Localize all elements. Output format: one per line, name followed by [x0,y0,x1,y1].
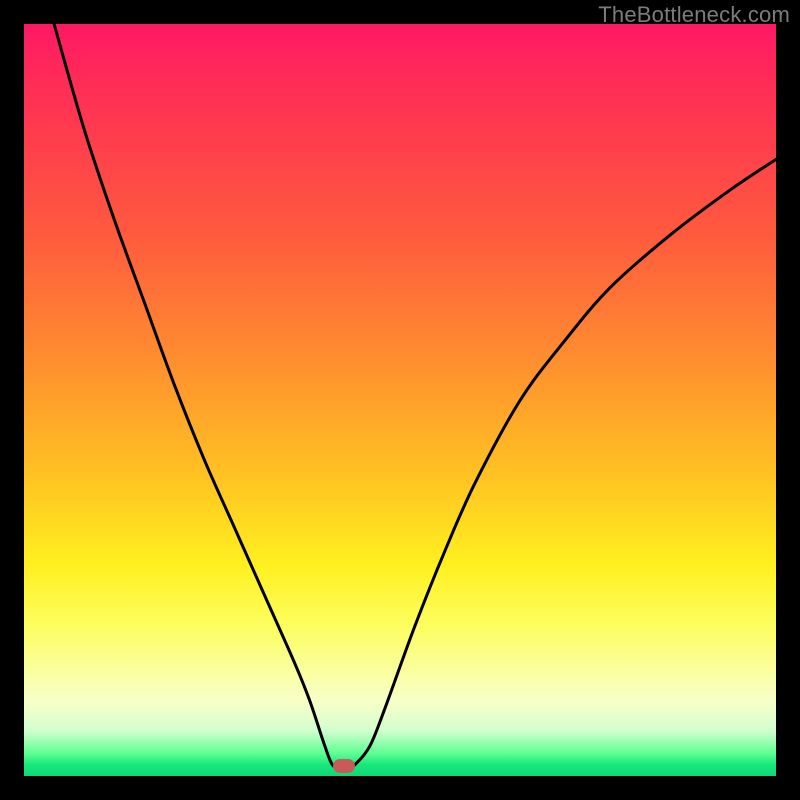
bottleneck-curve [54,24,776,767]
plot-area [24,24,776,776]
minimum-marker [333,759,355,773]
chart-frame: TheBottleneck.com [0,0,800,800]
curve-svg [24,24,776,776]
